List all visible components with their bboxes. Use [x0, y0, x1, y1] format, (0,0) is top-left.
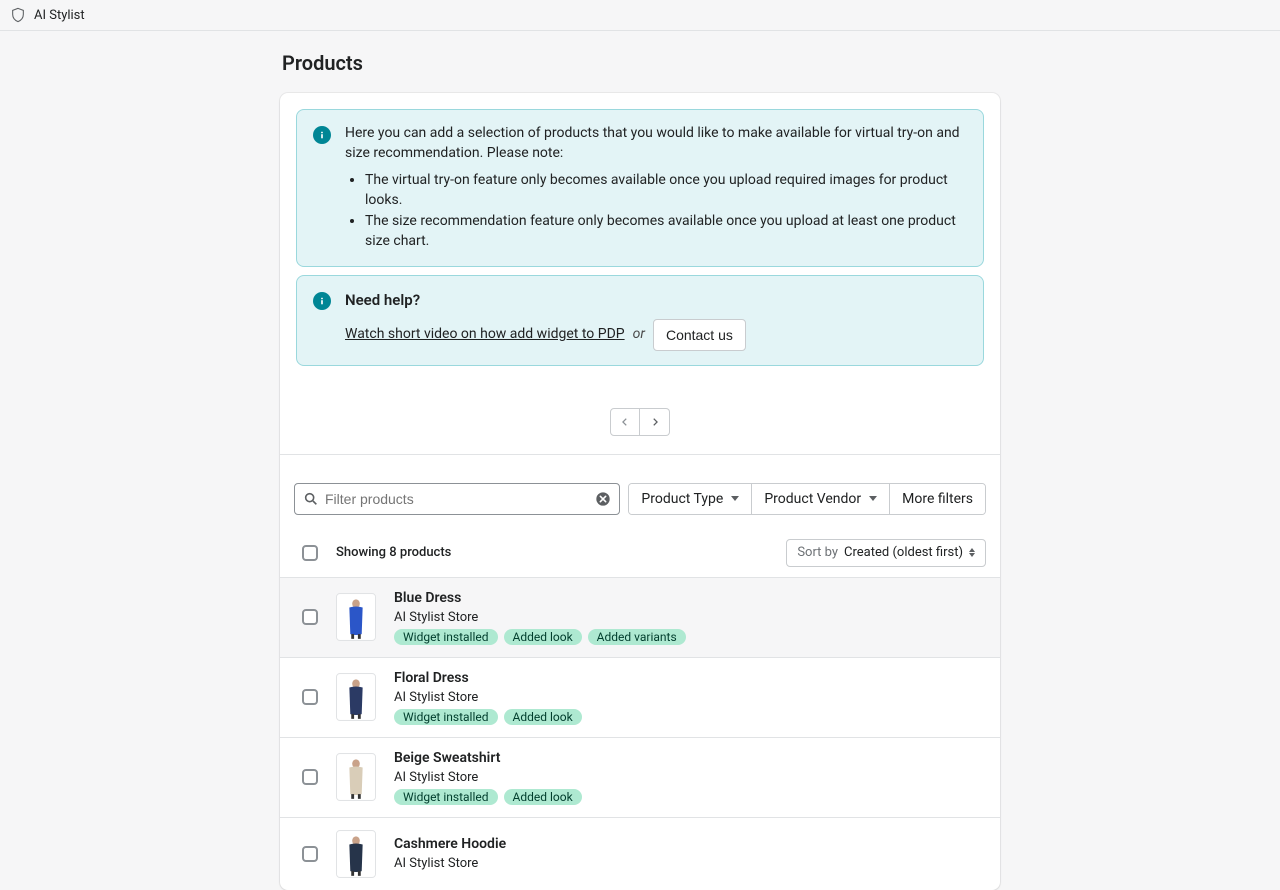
product-vendor: AI Stylist Store: [394, 770, 582, 785]
row-checkbox[interactable]: [302, 769, 318, 785]
more-filters-button[interactable]: More filters: [890, 484, 985, 514]
info-bullet-2: The size recommendation feature only bec…: [365, 212, 967, 251]
chevron-down-icon: [869, 496, 877, 501]
page-title: Products: [280, 51, 1000, 75]
row-checkbox[interactable]: [302, 609, 318, 625]
sort-value: Created (oldest first): [844, 545, 963, 560]
main-card: Here you can add a selection of products…: [280, 93, 1000, 890]
product-badge: Added look: [504, 789, 582, 805]
product-badge: Added look: [504, 629, 582, 645]
next-page-button[interactable]: [640, 408, 670, 436]
search-input[interactable]: [325, 491, 589, 507]
filter-bar: Product Type Product Vendor More filters: [280, 455, 1000, 529]
counter-row: Showing 8 products Sort by Created (olde…: [280, 529, 1000, 577]
product-name: Beige Sweatshirt: [394, 750, 582, 766]
contact-us-button[interactable]: Contact us: [653, 319, 746, 351]
product-thumbnail: [336, 753, 376, 801]
help-title: Need help?: [345, 290, 967, 311]
row-checkbox[interactable]: [302, 689, 318, 705]
info-icon: [313, 292, 331, 310]
product-row[interactable]: Blue Dress AI Stylist Store Widget insta…: [280, 577, 1000, 657]
product-name: Blue Dress: [394, 590, 686, 606]
watch-video-link[interactable]: Watch short video on how add widget to P…: [345, 325, 625, 345]
select-all-checkbox[interactable]: [302, 545, 318, 561]
product-vendor-filter[interactable]: Product Vendor: [752, 484, 890, 514]
product-vendor: AI Stylist Store: [394, 690, 582, 705]
topbar: AI Stylist: [0, 0, 1280, 31]
product-thumbnail: [336, 593, 376, 641]
help-or: or: [633, 325, 645, 345]
product-badge: Added variants: [588, 629, 686, 645]
filter-segments: Product Type Product Vendor More filters: [628, 483, 986, 515]
app-icon: [10, 7, 26, 23]
sort-label: Sort by: [797, 545, 838, 560]
product-row[interactable]: Beige Sweatshirt AI Stylist Store Widget…: [280, 737, 1000, 817]
app-title: AI Stylist: [34, 8, 85, 23]
search-input-wrap[interactable]: [294, 483, 620, 515]
product-vendor: AI Stylist Store: [394, 610, 686, 625]
clear-search-icon[interactable]: [595, 491, 611, 507]
product-row[interactable]: Floral Dress AI Stylist Store Widget ins…: [280, 657, 1000, 737]
chevron-down-icon: [731, 496, 739, 501]
showing-count: Showing 8 products: [336, 545, 451, 560]
product-badge: Added look: [504, 709, 582, 725]
product-thumbnail: [336, 673, 376, 721]
prev-page-button[interactable]: [610, 408, 640, 436]
product-vendor: AI Stylist Store: [394, 856, 506, 871]
pagination: [280, 390, 1000, 455]
sort-arrows-icon: [969, 548, 975, 557]
sort-button[interactable]: Sort by Created (oldest first): [786, 539, 986, 567]
info-banner: Here you can add a selection of products…: [296, 109, 984, 267]
info-icon: [313, 126, 331, 144]
product-type-filter[interactable]: Product Type: [629, 484, 752, 514]
product-row[interactable]: Cashmere Hoodie AI Stylist Store: [280, 817, 1000, 890]
product-list: Blue Dress AI Stylist Store Widget insta…: [280, 577, 1000, 890]
info-banner-content: Here you can add a selection of products…: [345, 124, 967, 252]
product-name: Floral Dress: [394, 670, 582, 686]
product-name: Cashmere Hoodie: [394, 836, 506, 852]
info-bullet-1: The virtual try-on feature only becomes …: [365, 171, 967, 210]
search-icon: [303, 491, 319, 507]
product-badge: Widget installed: [394, 709, 498, 725]
product-thumbnail: [336, 830, 376, 878]
row-checkbox[interactable]: [302, 846, 318, 862]
product-badge: Widget installed: [394, 789, 498, 805]
help-banner: Need help? Watch short video on how add …: [296, 275, 984, 366]
info-banner-intro: Here you can add a selection of products…: [345, 124, 967, 163]
product-badge: Widget installed: [394, 629, 498, 645]
